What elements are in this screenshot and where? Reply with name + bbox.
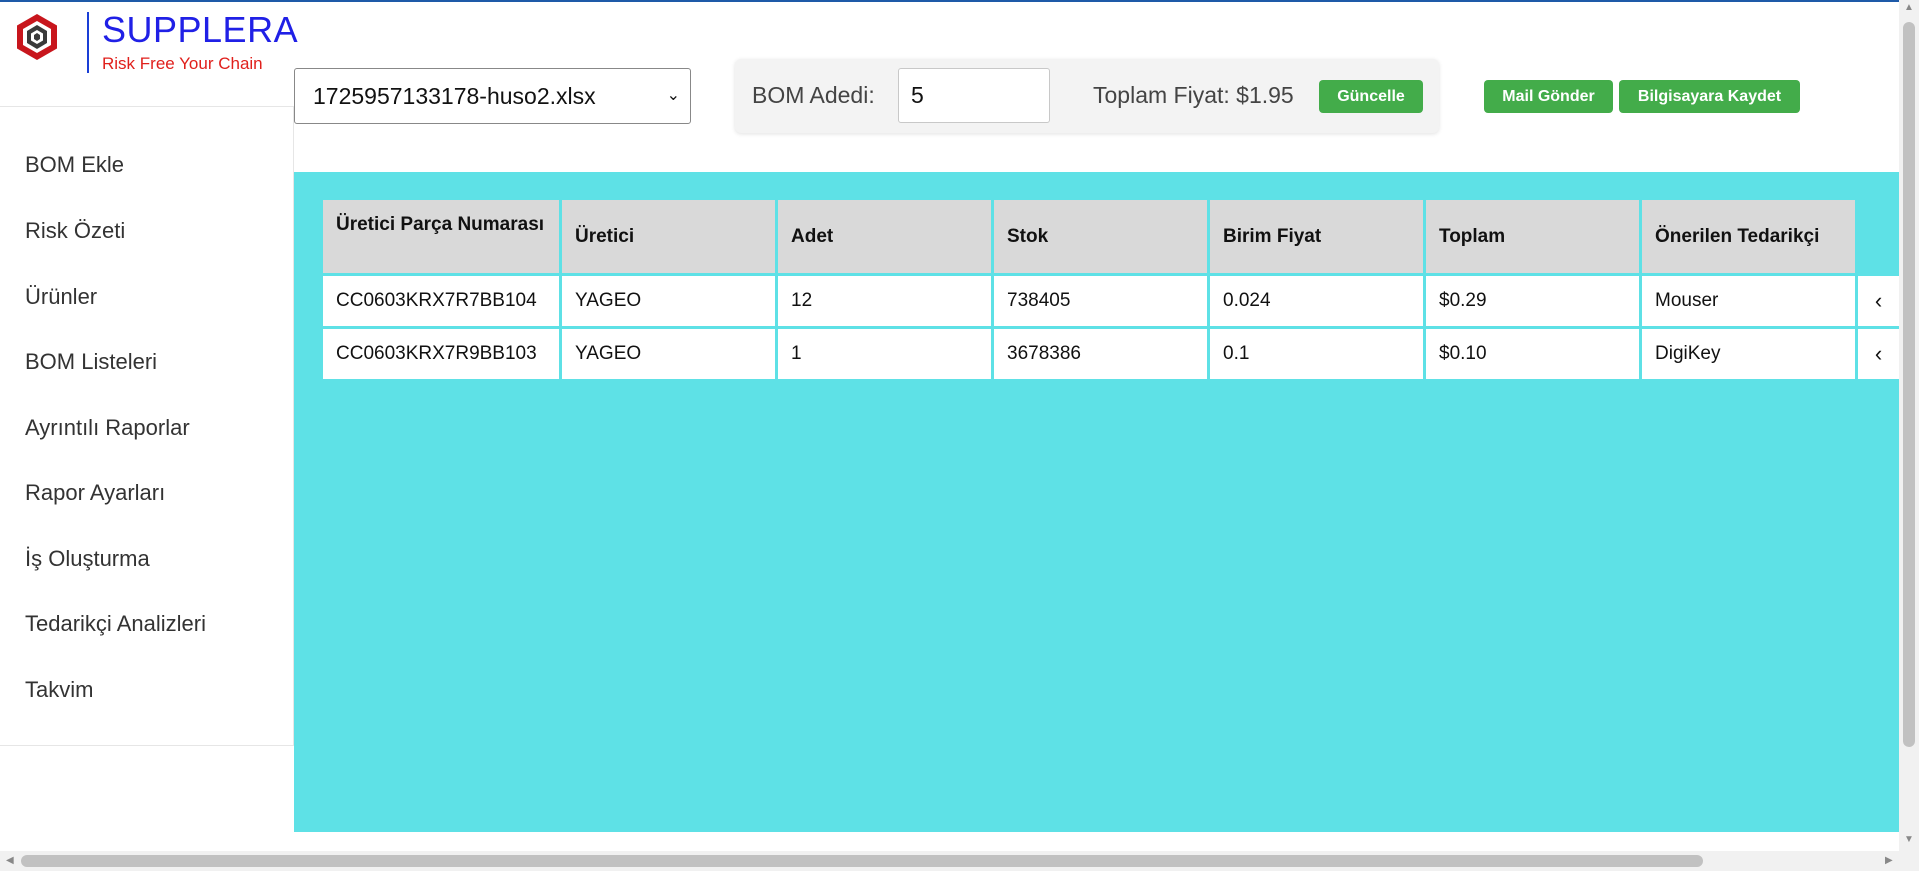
column-header-quantity[interactable]: Adet bbox=[778, 200, 991, 273]
table-cell-manufacturer: YAGEO bbox=[562, 276, 775, 326]
table-cell-part-number: CC0603KRX7R9BB103 bbox=[323, 329, 559, 379]
horizontal-scrollbar[interactable]: ◀ ▶ bbox=[0, 851, 1919, 871]
sidebar-item-is-olusturma[interactable]: İş Oluşturma bbox=[25, 546, 150, 572]
horizontal-scroll-thumb[interactable] bbox=[21, 855, 1703, 867]
scroll-left-arrow-icon[interactable]: ◀ bbox=[6, 855, 14, 866]
table-cell-stock: 738405 bbox=[994, 276, 1207, 326]
column-header-unit-price[interactable]: Birim Fiyat bbox=[1210, 200, 1423, 273]
update-button[interactable]: Güncelle bbox=[1319, 80, 1423, 113]
table-cell-part-number: CC0603KRX7R7BB104 bbox=[323, 276, 559, 326]
total-price-text: Toplam Fiyat: $1.95 bbox=[1093, 82, 1294, 108]
sidebar-item-bom-listeleri[interactable]: BOM Listeleri bbox=[25, 349, 157, 375]
table-cell-unit-price: 0.024 bbox=[1210, 276, 1423, 326]
table-cell-quantity: 12 bbox=[778, 276, 991, 326]
brand-tagline: Risk Free Your Chain bbox=[102, 54, 263, 73]
bom-file-select[interactable]: 1725957133178-huso2.xlsx ⌄ bbox=[294, 68, 691, 124]
chevron-left-icon[interactable]: ‹ bbox=[1858, 276, 1899, 326]
top-accent-line bbox=[0, 0, 1919, 2]
sidebar-item-risk-ozeti[interactable]: Risk Özeti bbox=[25, 218, 125, 244]
column-header-part-number[interactable]: Üretici Parça Numarası bbox=[323, 200, 559, 273]
sidebar-item-ayrintili-raporlar[interactable]: Ayrıntılı Raporlar bbox=[25, 415, 190, 441]
column-header-total[interactable]: Toplam bbox=[1426, 200, 1639, 273]
table-cell-manufacturer: YAGEO bbox=[562, 329, 775, 379]
table-cell-total: $0.10 bbox=[1426, 329, 1639, 379]
bom-file-select-value: 1725957133178-huso2.xlsx bbox=[313, 83, 596, 109]
vertical-scroll-thumb[interactable] bbox=[1903, 22, 1915, 747]
chevron-down-icon: ⌄ bbox=[666, 87, 680, 104]
table-cell-quantity: 1 bbox=[778, 329, 991, 379]
sidebar-item-takvim[interactable]: Takvim bbox=[25, 677, 93, 703]
bom-quantity-label: BOM Adedi: bbox=[752, 82, 875, 108]
logo-divider bbox=[87, 12, 89, 73]
main-content: Üretici Parça Numarası Üretici Adet Stok… bbox=[294, 172, 1899, 832]
column-header-manufacturer[interactable]: Üretici bbox=[562, 200, 775, 273]
scroll-right-arrow-icon[interactable]: ▶ bbox=[1885, 855, 1893, 866]
column-header-stock[interactable]: Stok bbox=[994, 200, 1207, 273]
bom-quantity-input[interactable]: 5 bbox=[898, 68, 1050, 123]
scroll-up-arrow-icon[interactable]: ▲ bbox=[1904, 2, 1914, 13]
sidebar: BOM Ekle Risk Özeti Ürünler BOM Listeler… bbox=[0, 106, 294, 746]
brand-logo[interactable]: SUPPLERA Risk Free Your Chain bbox=[12, 12, 312, 76]
brand-name: SUPPLERA bbox=[102, 9, 299, 50]
column-header-suggested-supplier[interactable]: Önerilen Tedarikçi bbox=[1642, 200, 1855, 273]
bom-controls-card: BOM Adedi: 5 Toplam Fiyat: $1.95 Güncell… bbox=[735, 59, 1439, 133]
table-cell-total: $0.29 bbox=[1426, 276, 1639, 326]
table-cell-stock: 3678386 bbox=[994, 329, 1207, 379]
sidebar-item-rapor-ayarlari[interactable]: Rapor Ayarları bbox=[25, 480, 165, 506]
table-cell-suggested-supplier: DigiKey bbox=[1642, 329, 1855, 379]
chevron-left-icon[interactable]: ‹ bbox=[1858, 329, 1899, 379]
sidebar-item-tedarikci-analizleri[interactable]: Tedarikçi Analizleri bbox=[25, 611, 206, 637]
sidebar-item-bom-ekle[interactable]: BOM Ekle bbox=[25, 152, 124, 178]
save-to-computer-button[interactable]: Bilgisayara Kaydet bbox=[1619, 80, 1800, 113]
sidebar-item-urunler[interactable]: Ürünler bbox=[25, 284, 97, 310]
send-mail-button[interactable]: Mail Gönder bbox=[1484, 80, 1613, 113]
scroll-down-arrow-icon[interactable]: ▼ bbox=[1904, 834, 1914, 845]
table-cell-unit-price: 0.1 bbox=[1210, 329, 1423, 379]
hexagon-logo-icon bbox=[17, 14, 57, 60]
vertical-scrollbar[interactable]: ▲ ▼ bbox=[1899, 0, 1919, 851]
table-cell-suggested-supplier: Mouser bbox=[1642, 276, 1855, 326]
